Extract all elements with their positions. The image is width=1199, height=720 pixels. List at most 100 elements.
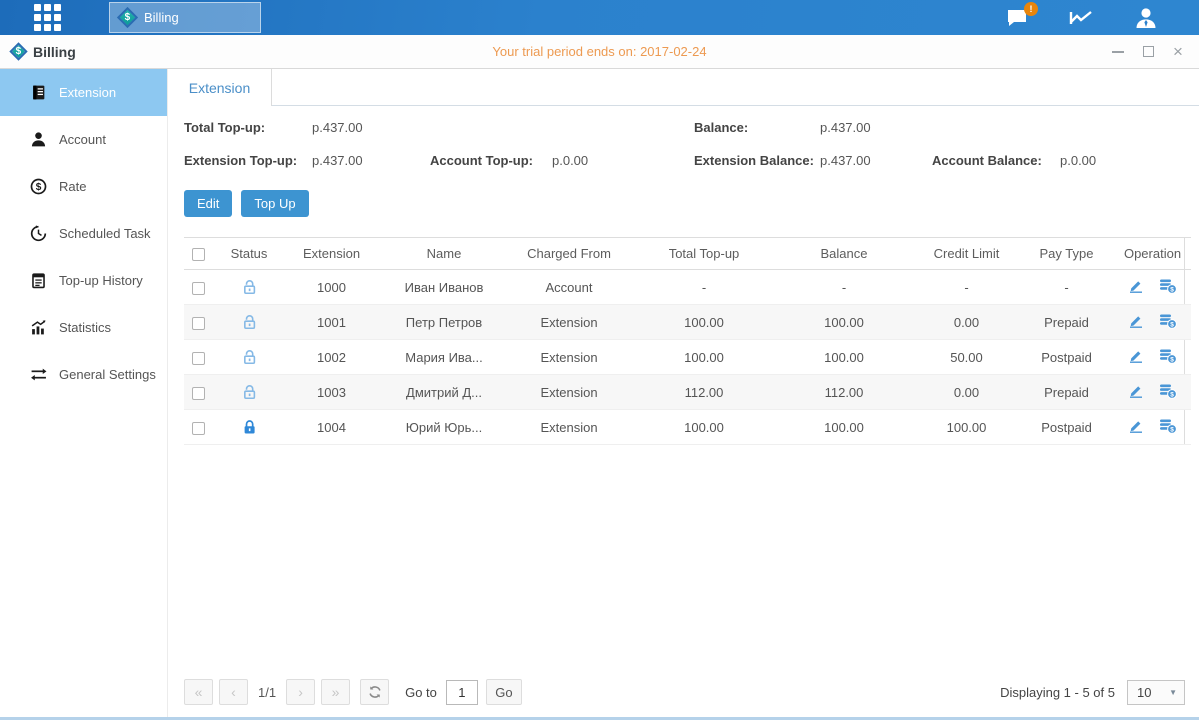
go-button[interactable]: Go xyxy=(486,679,522,705)
maximize-icon[interactable] xyxy=(1141,45,1155,59)
row-checkbox[interactable] xyxy=(192,317,205,330)
extension-cell: 1003 xyxy=(279,375,384,410)
topbar-actions: ! xyxy=(1005,0,1159,35)
lock-status-icon xyxy=(241,278,258,293)
charged-from-cell: Extension xyxy=(504,305,634,340)
total-topup-cell: - xyxy=(634,270,774,305)
total-topup-cell: 100.00 xyxy=(634,340,774,375)
pay-type-cell: Postpaid xyxy=(1019,410,1114,445)
extension-cell: 1000 xyxy=(279,270,384,305)
table-header-row: Status Extension Name Charged From Total… xyxy=(184,238,1191,270)
charged-from-cell: Extension xyxy=(504,410,634,445)
total-topup-cell: 100.00 xyxy=(634,305,774,340)
pay-type-cell: - xyxy=(1019,270,1114,305)
topup-button[interactable]: Top Up xyxy=(241,190,308,217)
topup-row-icon[interactable]: $ xyxy=(1159,278,1177,297)
sidebar-item-general-settings[interactable]: General Settings xyxy=(0,351,167,398)
sidebar-item-statistics[interactable]: Statistics xyxy=(0,304,167,351)
lock-status-icon xyxy=(241,348,258,363)
sidebar-item-topup-history[interactable]: Top-up History xyxy=(0,257,167,304)
trial-notice: Your trial period ends on: 2017-02-24 xyxy=(0,44,1199,59)
bar-chart-icon xyxy=(30,319,47,336)
table-row[interactable]: 1004 Юрий Юрь... Extension 100.00 100.00… xyxy=(184,410,1191,445)
account-balance-label: Account Balance: xyxy=(932,153,1060,168)
last-page-button[interactable]: » xyxy=(321,679,350,705)
row-checkbox[interactable] xyxy=(192,352,205,365)
table-row[interactable]: 1001 Петр Петров Extension 100.00 100.00… xyxy=(184,305,1191,340)
table-row[interactable]: 1000 Иван Иванов Account - - - - $ xyxy=(184,270,1191,305)
pagination-bar: « ‹ 1/1 › » Go to Go Displaying 1 - 5 of… xyxy=(184,675,1185,709)
sidebar-item-rate[interactable]: $ Rate xyxy=(0,163,167,210)
next-page-button[interactable]: › xyxy=(286,679,315,705)
select-all-checkbox[interactable] xyxy=(192,248,205,261)
svg-text:$: $ xyxy=(1171,426,1175,433)
edit-row-icon[interactable] xyxy=(1128,313,1144,332)
account-balance-value: p.0.00 xyxy=(1060,153,1096,168)
charged-from-cell: Extension xyxy=(504,375,634,410)
pay-type-cell: Prepaid xyxy=(1019,375,1114,410)
extension-topup-label: Extension Top-up: xyxy=(184,153,312,168)
edit-row-icon[interactable] xyxy=(1128,418,1144,437)
edit-row-icon[interactable] xyxy=(1128,278,1144,297)
app-menu-icon[interactable] xyxy=(30,5,64,31)
close-icon[interactable]: × xyxy=(1171,45,1185,59)
extension-topup-value: p.437.00 xyxy=(312,153,430,168)
prev-page-button[interactable]: ‹ xyxy=(219,679,248,705)
svg-text:$: $ xyxy=(1171,321,1175,328)
edit-row-icon[interactable] xyxy=(1128,348,1144,367)
topup-row-icon[interactable]: $ xyxy=(1159,313,1177,332)
billing-window-icon: $ xyxy=(9,42,27,60)
window-controls: × xyxy=(1111,45,1185,59)
svg-text:$: $ xyxy=(36,182,42,193)
window-title-group: $ Billing xyxy=(12,44,76,60)
tab-extension[interactable]: Extension xyxy=(168,69,272,106)
sidebar-item-scheduled-task[interactable]: Scheduled Task xyxy=(0,210,167,257)
notification-badge: ! xyxy=(1024,2,1038,16)
sidebar-item-account[interactable]: Account xyxy=(0,116,167,163)
total-topup-cell: 112.00 xyxy=(634,375,774,410)
first-page-button[interactable]: « xyxy=(184,679,213,705)
minimize-icon[interactable] xyxy=(1111,45,1125,59)
sidebar-item-label: General Settings xyxy=(59,367,156,382)
table-row[interactable]: 1002 Мария Ива... Extension 100.00 100.0… xyxy=(184,340,1191,375)
user-account-icon[interactable] xyxy=(1133,7,1159,29)
name-cell: Мария Ива... xyxy=(384,340,504,375)
table-row[interactable]: 1003 Дмитрий Д... Extension 112.00 112.0… xyxy=(184,375,1191,410)
row-checkbox[interactable] xyxy=(192,282,205,295)
tabstrip: Extension xyxy=(168,69,1199,106)
topup-row-icon[interactable]: $ xyxy=(1159,383,1177,402)
credit-limit-cell: 100.00 xyxy=(914,410,1019,445)
monitor-chart-icon[interactable] xyxy=(1069,7,1095,29)
sidebar-item-extension[interactable]: Extension xyxy=(0,69,167,116)
credit-limit-cell: 0.00 xyxy=(914,375,1019,410)
topup-row-icon[interactable]: $ xyxy=(1159,348,1177,367)
row-checkbox[interactable] xyxy=(192,387,205,400)
credit-limit-cell: 50.00 xyxy=(914,340,1019,375)
notifications-icon[interactable]: ! xyxy=(1005,7,1031,29)
sidebar: Extension Account $ Rate Scheduled Task … xyxy=(0,69,168,717)
goto-page-input[interactable] xyxy=(446,680,478,705)
col-extension: Extension xyxy=(279,238,384,270)
page-size-select[interactable]: 10 ▼ xyxy=(1127,680,1185,705)
goto-label: Go to xyxy=(405,685,437,700)
topup-row-icon[interactable]: $ xyxy=(1159,418,1177,437)
sidebar-item-label: Scheduled Task xyxy=(59,226,151,241)
col-balance: Balance xyxy=(774,238,914,270)
extension-balance-value: p.437.00 xyxy=(820,153,932,168)
sidebar-item-label: Extension xyxy=(59,85,116,100)
arrows-icon xyxy=(30,366,47,383)
refresh-icon[interactable] xyxy=(360,679,389,705)
extension-table: Status Extension Name Charged From Total… xyxy=(184,237,1185,445)
sidebar-item-label: Account xyxy=(59,132,106,147)
col-total-topup: Total Top-up xyxy=(634,238,774,270)
tabstrip-filler xyxy=(272,69,1199,106)
row-checkbox[interactable] xyxy=(192,422,205,435)
billing-window: $ Billing ! $ Billing Your trial period … xyxy=(0,0,1199,720)
sidebar-item-label: Top-up History xyxy=(59,273,143,288)
topbar-tab-billing[interactable]: $ Billing xyxy=(109,2,261,33)
edit-row-icon[interactable] xyxy=(1128,383,1144,402)
col-pay-type: Pay Type xyxy=(1019,238,1114,270)
notepad-icon xyxy=(30,272,47,289)
titlebar: $ Billing Your trial period ends on: 201… xyxy=(0,35,1199,69)
edit-button[interactable]: Edit xyxy=(184,190,232,217)
